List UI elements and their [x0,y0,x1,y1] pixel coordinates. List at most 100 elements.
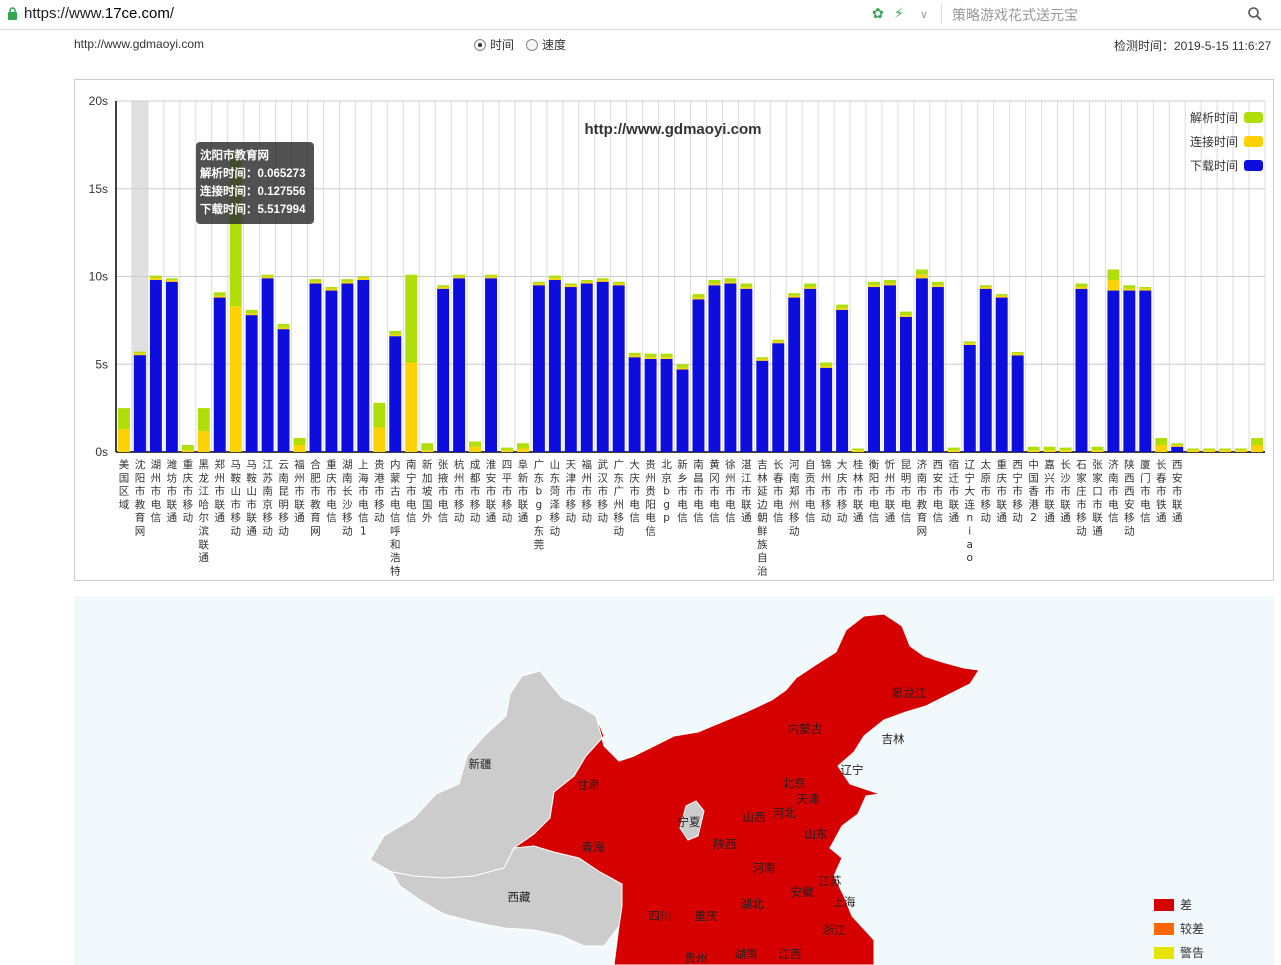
x-tick-label: 长 [1060,459,1071,471]
x-tick-label: 移 [613,511,624,524]
chevron-down-icon[interactable]: ∨ [920,8,928,21]
x-tick-label: 州 [789,499,800,511]
province-label: 青海 [582,840,605,854]
search-box[interactable]: 策略游戏花式送元宝 [952,5,1078,25]
bar-connect [181,450,194,452]
x-tick-label: 通 [1044,512,1055,524]
x-tick-label: 州 [214,472,225,484]
x-tick-label: 移 [566,498,577,511]
x-tick-label: 中 [1028,458,1039,471]
x-tick-label: 市 [1044,485,1055,498]
x-tick-label: 肥 [310,472,321,484]
x-tick-label: 电 [869,498,880,511]
x-tick-label: 浩 [390,552,401,564]
browser-address-bar[interactable]: https://www.17ce.com/ ✿ ⚡ ∨ 策略游戏花式送元宝 [0,0,1281,30]
x-tick-label: 庆 [996,471,1007,484]
bar-connect [261,276,274,279]
x-tick-label: 郑 [789,485,800,498]
chart-title: http://www.gdmaoyi.com [585,121,762,138]
x-tick-label: 庆 [326,471,337,484]
x-tick-label: 安 [933,471,944,484]
x-tick-label: i [968,526,971,538]
x-tick-label: 武 [597,458,608,471]
x-tick-label: 明 [901,472,912,484]
bar-connect [1011,353,1024,356]
x-tick-label: 州 [454,472,465,484]
chart-tooltip: 沈阳市教育网 解析时间：0.065273 连接时间：0.127556 下载时间：… [196,142,314,224]
x-tick-label: 海 [358,471,369,484]
x-tick-label: 杭 [454,458,465,471]
x-tick-label: 信 [438,512,449,524]
china-map-panel: 新疆 西藏 甘肃 青海 宁夏 内蒙古 黑龙江 吉林 辽宁 北京 天津 河北 山西 陕西 山东 河南 江苏 安徽 上海… [74,596,1274,965]
bar-download [1171,446,1184,452]
x-tick-label: 河 [789,459,800,471]
bar-connect [213,295,226,298]
x-tick-label: 市 [1140,485,1151,498]
bar-dns [293,437,306,445]
x-tick-label: 网 [310,526,321,538]
x-tick-label: 州 [885,472,896,484]
x-tick-label: 市 [1076,498,1087,511]
x-tick-label: 动 [374,512,385,524]
x-tick-label: 乡 [677,472,688,484]
bar-dns [149,275,162,279]
bar-download [564,287,577,452]
radio-speed[interactable]: 速度 [526,36,566,53]
china-map: 新疆西藏 甘肃青海 宁夏 内蒙古 黑龙江吉林辽宁北京天津河北山西陕西 山东河南江苏安徽上海… [369,613,980,965]
x-tick-label: 锦 [821,458,832,471]
address-url[interactable]: https://www.17ce.com/ [24,5,174,22]
lightning-icon[interactable]: ⚡ [894,6,904,22]
x-tick-label: 联 [199,539,210,551]
x-tick-label: 市 [502,485,512,498]
radio-time-indicator[interactable] [474,38,486,51]
x-tick-label: 港 [374,472,385,484]
bar-connect [1043,450,1056,452]
x-tick-label: 湛 [741,459,752,471]
province-label: 陕西 [714,837,737,851]
map-legend-item[interactable]: 差 [1154,896,1192,913]
x-tick-label: 市 [1012,485,1023,498]
x-tick-label: 京 [661,471,672,484]
x-tick-label: 市 [230,498,241,511]
search-icon[interactable] [1247,6,1263,22]
x-tick-label: 天 [566,459,577,471]
x-tick-label: 长 [1156,459,1167,471]
x-tick-label: 信 [645,526,656,538]
bar-dns [644,353,657,358]
province-label: 湖南 [735,947,758,961]
x-tick-label: 通 [214,512,225,524]
map-legend-item[interactable]: 较差 [1154,920,1204,937]
tooltip-connect: 连接时间：0.127556 [200,186,306,198]
radio-time[interactable]: 时间 [474,36,514,53]
x-tick-label: 通 [486,512,497,524]
bar-dns [1123,285,1136,289]
x-tick-label: 动 [980,512,991,524]
x-tick-label: 电 [358,498,369,511]
bar-download [676,369,689,452]
x-tick-label: 湖 [342,459,353,471]
bar-dns [852,448,865,451]
x-tick-label: 联 [486,499,497,511]
x-tick-label: 联 [1172,499,1183,511]
x-tick-label: 山 [246,486,256,498]
bar-connect [149,278,162,281]
map-legend-item[interactable]: 警告 [1154,944,1204,961]
x-tick-label: 明 [278,499,289,511]
x-tick-label: 市 [709,485,720,498]
bar-connect [1139,288,1152,291]
x-tick-label: 桂 [853,458,864,471]
radio-speed-indicator[interactable] [526,38,538,51]
x-tick-label: 联 [518,499,529,511]
refresh-icon[interactable]: ✿ [872,6,884,22]
x-tick-label: 教 [310,498,321,511]
x-tick-label: o [967,552,973,564]
bar-download [580,283,593,452]
x-tick-label: 陕 [1124,458,1135,471]
bar-download [1011,355,1024,452]
tooltip-download: 下载时间：5.517994 [200,204,306,216]
x-tick-label: 南 [342,471,353,484]
legend-swatch [1154,946,1174,959]
legend-swatch [1154,922,1174,935]
bar-connect [836,308,849,310]
bar-dns [628,352,641,356]
